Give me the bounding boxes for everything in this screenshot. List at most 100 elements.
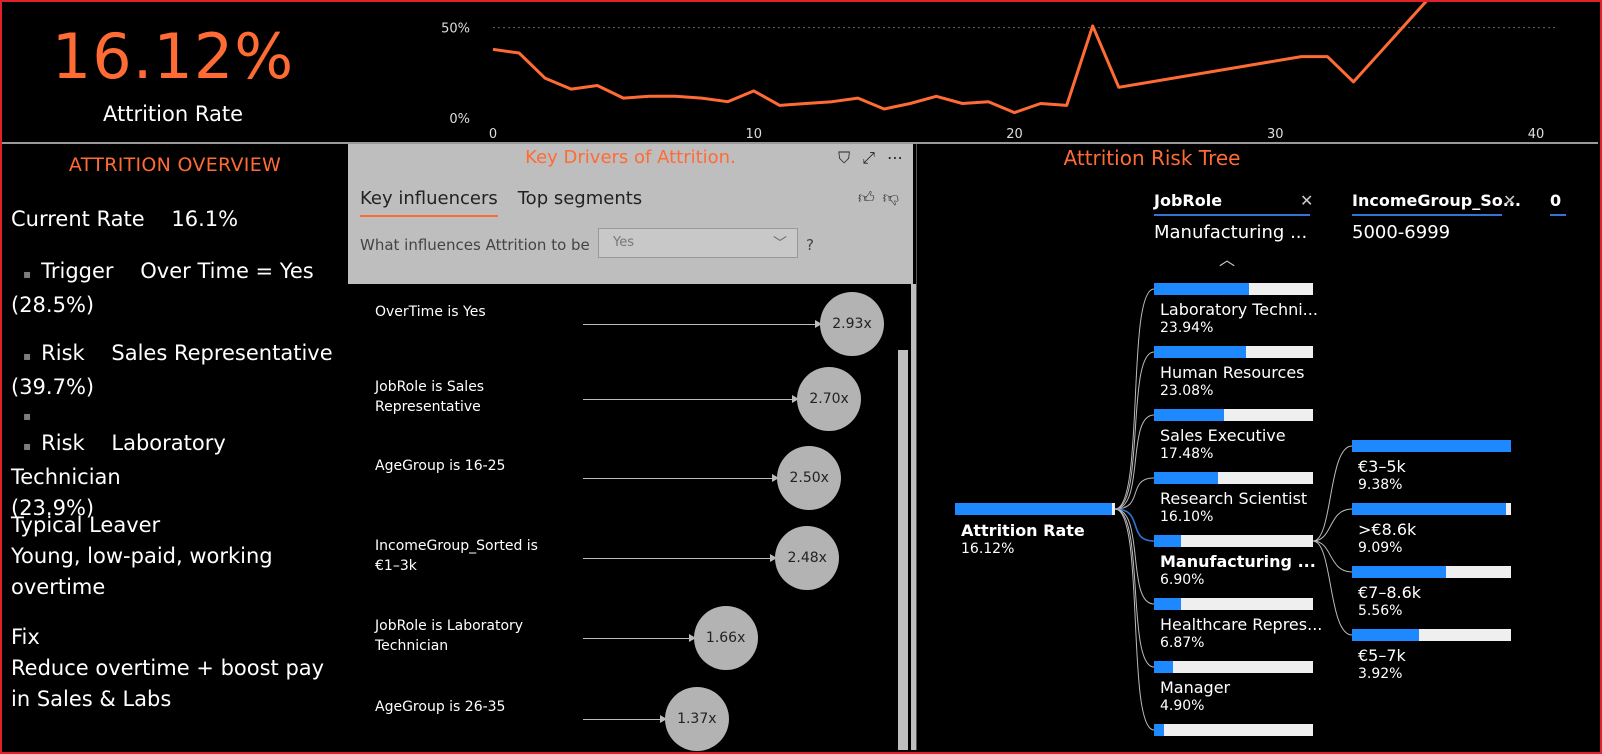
overview-empty-bullet: ▪ <box>11 398 341 432</box>
item-pct: (39.7%) <box>11 375 95 399</box>
jobrole-node-name: Manufacturing ... <box>1160 552 1316 571</box>
kpi-label: Attrition Rate <box>103 102 243 126</box>
node-bar-fill <box>1154 661 1174 673</box>
x-tick-label: 0 <box>489 127 497 142</box>
jobrole-node-bar[interactable] <box>1154 535 1313 547</box>
influencer-bubble[interactable]: 2.50x <box>777 446 842 510</box>
income-node-bar[interactable] <box>1352 440 1511 452</box>
income-node-value: 5.56% <box>1358 603 1403 619</box>
item-key: Risk <box>41 431 85 455</box>
thumbs-down-icon[interactable]: 👎︎ <box>883 188 899 208</box>
influencer-label[interactable]: IncomeGroup_Sorted is €1–3k <box>375 536 565 576</box>
leaver-text: Young, low-paid, working overtime <box>11 544 273 599</box>
influencer-bubble[interactable]: 2.93x <box>820 292 884 356</box>
thumbs-up-icon[interactable]: 👍︎ <box>858 188 875 208</box>
y-tick-label: 0% <box>449 112 470 127</box>
income-node-name: €5–7k <box>1358 646 1406 665</box>
overview-item-risk-sales: ▪ Risk Sales Representative (39.7%) <box>11 338 341 403</box>
node-bar-fill <box>1154 409 1224 421</box>
jobrole-node-bar[interactable] <box>1154 409 1313 421</box>
jobrole-node-bar[interactable] <box>1154 346 1313 358</box>
influencer-arrow <box>583 320 822 328</box>
jobrole-node-value: 17.48% <box>1160 446 1214 462</box>
jobrole-node-name: Human Resources <box>1160 363 1305 382</box>
influencers-scrollbar[interactable] <box>898 350 908 750</box>
influencer-bubble[interactable]: 2.48x <box>775 526 840 590</box>
y-tick-label: 50% <box>441 22 470 37</box>
item-key: Risk <box>41 341 85 365</box>
tree-connector <box>1114 477 1155 510</box>
income-node-name: €3–5k <box>1358 457 1406 476</box>
influencer-label[interactable]: AgeGroup is 26-35 <box>375 697 565 717</box>
influencer-bubble[interactable]: 1.66x <box>693 606 758 670</box>
key-influencers-title: Key Drivers of Attrition. <box>525 147 736 168</box>
jobrole-node-value: 16.10% <box>1160 509 1214 525</box>
tree-connector <box>1114 351 1155 510</box>
influencer-label[interactable]: JobRole is Sales Representative <box>375 377 565 417</box>
jobrole-node-name: Research Scientist <box>1160 489 1308 508</box>
income-node-bar[interactable] <box>1352 629 1511 641</box>
jobrole-node-bar[interactable] <box>1154 661 1313 673</box>
jobrole-node-name: Healthcare Repres... <box>1160 615 1323 634</box>
visual-header-icons: ⛉ ⤢ ⋯ <box>838 148 903 168</box>
income-node-value: 9.38% <box>1358 477 1403 493</box>
node-bar-fill <box>955 503 1112 515</box>
item-key: Trigger <box>41 259 114 283</box>
tree-connector <box>1312 445 1353 542</box>
bullet-icon: ▪ <box>23 409 32 423</box>
influencer-label[interactable]: OverTime is Yes <box>375 302 565 322</box>
income-node-bar[interactable] <box>1352 503 1511 515</box>
root-node-bar[interactable] <box>955 503 1115 515</box>
attrition-value-dropdown[interactable]: Yes ﹀ <box>598 228 798 258</box>
kpi-card[interactable]: 16.12% Attrition Rate <box>2 2 344 142</box>
trend-chart-svg: 0% 50% 0 10 20 30 40 <box>441 0 1556 142</box>
influencer-bubble[interactable]: 1.37x <box>664 687 729 751</box>
leaver-heading: Typical Leaver <box>11 513 161 537</box>
attrition-trend-line[interactable] <box>492 0 1432 115</box>
jobrole-node-bar[interactable] <box>1154 724 1313 736</box>
influencer-arrow <box>583 474 780 482</box>
influencer-label[interactable]: AgeGroup is 16-25 <box>375 456 565 476</box>
node-bar-fill <box>1352 503 1507 515</box>
tree-connector <box>1312 508 1353 542</box>
influencer-arrow <box>583 634 696 642</box>
attrition-risk-tree[interactable]: Attrition Risk Tree JobRole ✕ Manufactur… <box>917 144 1598 750</box>
income-node-bar[interactable] <box>1352 566 1511 578</box>
focus-mode-icon[interactable]: ⤢ <box>862 148 875 168</box>
node-bar-fill <box>1154 535 1182 547</box>
tab-top-segments[interactable]: Top segments <box>518 188 642 217</box>
tab-key-influencers[interactable]: Key influencers <box>360 188 498 217</box>
jobrole-node-bar[interactable] <box>1154 283 1313 295</box>
dropdown-selected-value: Yes <box>613 235 634 250</box>
tree-connector <box>1114 508 1155 731</box>
node-bar-fill <box>1352 629 1419 641</box>
jobrole-node-bar[interactable] <box>1154 598 1313 610</box>
tree-connector <box>1114 508 1155 542</box>
item-value: Over Time = Yes <box>140 259 314 283</box>
influencer-bubble[interactable]: 2.70x <box>797 367 862 431</box>
jobrole-node-name: Sales Executive <box>1160 426 1286 445</box>
bullet-icon: ▪ <box>23 349 32 363</box>
fix-text: Reduce overtime + boost pay in Sales & L… <box>11 656 325 711</box>
fix-heading: Fix <box>11 625 40 649</box>
chevron-down-icon: ﹀ <box>773 236 787 252</box>
root-node-name: Attrition Rate <box>961 521 1085 540</box>
tree-connector <box>1312 540 1353 573</box>
x-tick-label: 20 <box>1006 127 1023 142</box>
key-influencers-header: Key Drivers of Attrition. ⛉ ⤢ ⋯ Key infl… <box>348 144 913 284</box>
bullet-icon: ▪ <box>23 267 32 281</box>
trend-line-chart[interactable]: 0% 50% 0 10 20 30 40 <box>430 0 1598 142</box>
influence-question: What influences Attrition to be <box>360 236 590 254</box>
node-bar-fill <box>1154 472 1218 484</box>
income-node-name: €7–8.6k <box>1358 583 1422 602</box>
filter-icon[interactable]: ⛉ <box>838 148 850 168</box>
influencer-label[interactable]: JobRole is Laboratory Technician <box>375 616 565 656</box>
key-influencers-visual[interactable]: Key Drivers of Attrition. ⛉ ⤢ ⋯ Key infl… <box>348 144 916 751</box>
jobrole-node-bar[interactable] <box>1154 472 1313 484</box>
node-bar-fill <box>1352 566 1446 578</box>
key-influencers-tabs: Key influencers Top segments <box>360 188 642 217</box>
more-options-icon[interactable]: ⋯ <box>887 148 903 168</box>
overview-title: ATTRITION OVERVIEW <box>68 154 282 176</box>
question-mark: ? <box>806 236 814 254</box>
jobrole-node-value: 23.94% <box>1160 320 1214 336</box>
